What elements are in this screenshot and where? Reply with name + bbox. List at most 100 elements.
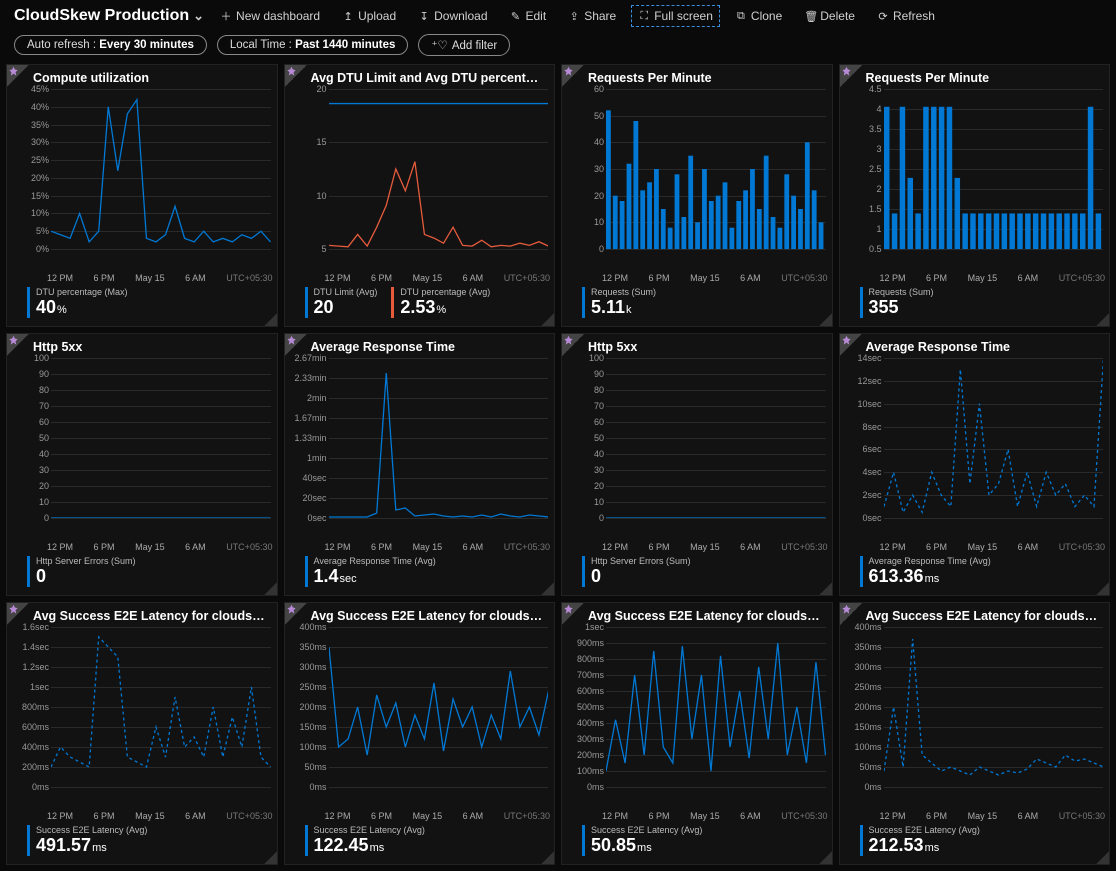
local-time-pill[interactable]: Local Time : Past 1440 minutes: [217, 35, 409, 55]
resize-handle[interactable]: [263, 312, 277, 326]
y-axis-label: 100ms: [293, 742, 327, 752]
x-axis-label: 12 PM: [325, 273, 351, 283]
tile-chart: 0ms200ms400ms600ms800ms1sec1.2sec1.4sec1…: [13, 627, 271, 809]
y-axis-label: 10: [570, 497, 604, 507]
dashboard-tile[interactable]: Http 5xx 0102030405060708090100 12 PM6 P…: [561, 333, 833, 596]
dashboard-tile[interactable]: Compute utilization 0%5%10%15%20%25%30%3…: [6, 64, 278, 327]
upload-icon: ↥: [342, 10, 354, 23]
y-axis-label: 1sec: [570, 622, 604, 632]
y-axis-label: 100: [15, 353, 49, 363]
y-axis-label: 1.6sec: [15, 622, 49, 632]
x-axis-label: 6 PM: [926, 542, 947, 552]
y-axis-label: 300ms: [293, 662, 327, 672]
y-axis-label: 90: [570, 369, 604, 379]
tile-metrics: Average Response Time (Avg) 1.4sec: [285, 552, 555, 595]
dashboard-tile[interactable]: Average Response Time 0sec2sec4sec6sec8s…: [839, 333, 1111, 596]
dashboard-tile[interactable]: Requests Per Minute 0.511.522.533.544.5 …: [839, 64, 1111, 327]
y-axis-label: 50ms: [293, 762, 327, 772]
x-axis-label: 6 AM: [185, 273, 206, 283]
x-axis-label: 6 AM: [740, 273, 761, 283]
y-axis-label: 0%: [15, 244, 49, 254]
refresh-button[interactable]: ⟳Refresh: [871, 6, 941, 26]
y-axis-label: 3: [848, 144, 882, 154]
y-axis-label: 700ms: [570, 670, 604, 680]
y-axis-label: 40: [570, 449, 604, 459]
download-button[interactable]: ↧Download: [412, 6, 493, 26]
chevron-down-icon: ⌄: [193, 8, 204, 24]
tile-metrics: DTU percentage (Max) 40%: [7, 283, 277, 326]
delete-button[interactable]: 🗑Delete: [798, 6, 861, 26]
x-axis-label: 6 AM: [463, 542, 484, 552]
metric-block: Average Response Time (Avg) 1.4sec: [305, 556, 436, 587]
fullscreen-button[interactable]: ⛶Full screen: [632, 6, 719, 26]
y-axis-label: 4sec: [848, 467, 882, 477]
resize-handle[interactable]: [540, 312, 554, 326]
refresh-icon: ⟳: [877, 10, 889, 23]
dashboard-tile[interactable]: Avg Success E2E Latency for cloudskew...…: [284, 602, 556, 865]
upload-button[interactable]: ↥Upload: [336, 6, 402, 26]
x-axis-label: 6 PM: [649, 811, 670, 821]
y-axis-label: 70: [570, 401, 604, 411]
dashboard-tile[interactable]: Avg Success E2E Latency for cloudskew...…: [6, 602, 278, 865]
x-axis-label: 12 PM: [602, 273, 628, 283]
resize-handle[interactable]: [1095, 850, 1109, 864]
x-axis-label: May 15: [413, 811, 443, 821]
dashboard-tile[interactable]: Average Response Time 0sec20sec40sec1min…: [284, 333, 556, 596]
x-axis-label: May 15: [413, 273, 443, 283]
y-axis-label: 80: [15, 385, 49, 395]
clone-button[interactable]: ⧉Clone: [729, 6, 788, 26]
timezone-label: UTC+05:30: [781, 811, 827, 821]
metric-value: 2.53%: [400, 297, 490, 318]
y-axis-label: 10: [15, 497, 49, 507]
tile-chart: 0ms100ms200ms300ms400ms500ms600ms700ms80…: [568, 627, 826, 809]
y-axis-label: 0ms: [570, 782, 604, 792]
share-button[interactable]: ⇪ Share: [562, 6, 622, 26]
resize-handle[interactable]: [540, 581, 554, 595]
dashboard-tile[interactable]: Requests Per Minute 0102030405060 12 PM6…: [561, 64, 833, 327]
dashboard-tile[interactable]: Avg Success E2E Latency for cloudskew...…: [561, 602, 833, 865]
chart-x-axis: 12 PM6 PMMay 156 AM UTC+05:30: [562, 540, 832, 552]
new-dashboard-button[interactable]: ＋New dashboard: [214, 5, 326, 27]
y-axis-label: 30%: [15, 137, 49, 147]
resize-handle[interactable]: [818, 312, 832, 326]
add-filter-button[interactable]: ⁺♡Add filter: [418, 34, 510, 56]
resize-handle[interactable]: [1095, 312, 1109, 326]
resize-handle[interactable]: [263, 850, 277, 864]
dashboard-title[interactable]: CloudSkew Production ⌄: [14, 7, 204, 25]
resize-handle[interactable]: [818, 850, 832, 864]
tile-chart: 0%5%10%15%20%25%30%35%40%45%: [13, 89, 271, 271]
y-axis-label: 90: [15, 369, 49, 379]
metric-value: 0: [591, 566, 691, 587]
y-axis-label: 40: [15, 449, 49, 459]
metric-label: Average Response Time (Avg): [869, 556, 991, 566]
dashboard-tile[interactable]: Avg Success E2E Latency for cloudskew...…: [839, 602, 1111, 865]
share-label: Share: [584, 9, 616, 23]
y-axis-label: 0: [15, 513, 49, 523]
y-axis-label: 2sec: [848, 490, 882, 500]
resize-handle[interactable]: [263, 581, 277, 595]
timezone-label: UTC+05:30: [226, 542, 272, 552]
resize-handle[interactable]: [540, 850, 554, 864]
y-axis-label: 1.67min: [293, 413, 327, 423]
x-axis-label: 6 PM: [371, 811, 392, 821]
top-toolbar: CloudSkew Production ⌄ ＋New dashboard ↥U…: [0, 0, 1116, 30]
delete-icon: 🗑: [804, 10, 816, 23]
y-axis-label: 100ms: [570, 766, 604, 776]
x-axis-label: May 15: [413, 542, 443, 552]
fullscreen-icon: ⛶: [638, 10, 650, 23]
resize-handle[interactable]: [818, 581, 832, 595]
dashboard-tile[interactable]: Avg DTU Limit and Avg DTU percentage for…: [284, 64, 556, 327]
edit-icon: ✎: [510, 10, 522, 23]
dashboard-tile[interactable]: Http 5xx 0102030405060708090100 12 PM6 P…: [6, 333, 278, 596]
y-axis-label: 8sec: [848, 422, 882, 432]
resize-handle[interactable]: [1095, 581, 1109, 595]
auto-refresh-pill[interactable]: Auto refresh : Every 30 minutes: [14, 35, 207, 55]
y-axis-label: 300ms: [848, 662, 882, 672]
download-label: Download: [434, 9, 487, 23]
y-axis-label: 100: [570, 353, 604, 363]
x-axis-label: 6 AM: [185, 542, 206, 552]
edit-button[interactable]: ✎Edit: [504, 6, 553, 26]
metric-block: DTU percentage (Avg) 2.53%: [391, 287, 490, 318]
y-axis-label: 10%: [15, 208, 49, 218]
share-icon: ⇪: [568, 10, 580, 23]
